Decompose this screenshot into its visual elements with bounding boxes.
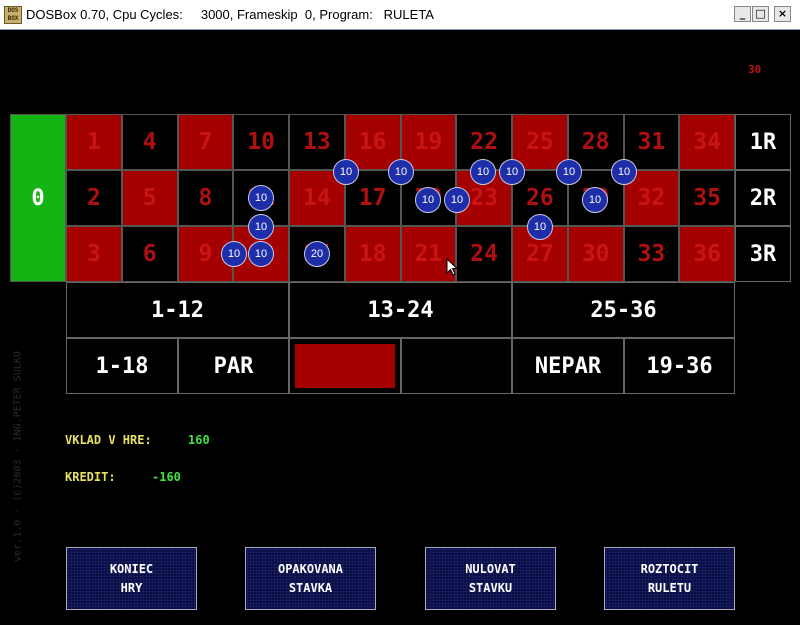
stake-value: 160 (188, 433, 210, 447)
chip[interactable]: 10 (221, 241, 247, 267)
chip[interactable]: 10 (582, 187, 608, 213)
minimize-button[interactable]: _ (734, 6, 751, 22)
number-cell-36[interactable]: 36 (679, 226, 735, 282)
roulette-game-area[interactable]: 30 0 14710131619222528313425811141720232… (0, 30, 800, 625)
number-cell-18[interactable]: 18 (344, 226, 401, 282)
window-titlebar[interactable]: DOS BOX DOSBox 0.70, Cpu Cycles: 3000, F… (0, 0, 800, 30)
button-line1: NULOVAT (465, 561, 516, 576)
row-bet-1r[interactable]: 1R (735, 114, 791, 170)
number-cell-2[interactable]: 2 (66, 170, 122, 226)
bet-black[interactable] (401, 338, 512, 394)
dozen-bet-1[interactable]: 1-12 (66, 282, 289, 338)
close-button[interactable]: × (774, 6, 791, 22)
chip[interactable]: 20 (304, 241, 330, 267)
row-bet-2r[interactable]: 2R (735, 170, 791, 226)
number-cell-6[interactable]: 6 (121, 226, 178, 282)
button-line2: RULETU (647, 580, 692, 595)
stake-label: VKLAD V HRE: (65, 433, 152, 447)
bet-nepar[interactable]: NEPAR (512, 338, 624, 394)
chip[interactable]: 10 (415, 187, 441, 213)
number-cell-4[interactable]: 4 (121, 114, 178, 170)
number-cell-10[interactable]: 10 (233, 114, 289, 170)
window-title: DOSBox 0.70, Cpu Cycles: 3000, Frameskip… (26, 7, 434, 22)
spin-roulette-button[interactable]: ROZTOCIT RULETU (604, 547, 735, 610)
credit-value: -160 (152, 470, 181, 484)
credit-label: KREDIT: (65, 470, 116, 484)
chip[interactable]: 10 (556, 159, 582, 185)
chip[interactable]: 10 (248, 241, 274, 267)
button-line1: ROZTOCIT (640, 561, 699, 576)
version-credit: ver.1.0 - (C)2003 - ING.PETER SULKO (12, 351, 24, 562)
number-cell-30[interactable]: 30 (567, 226, 624, 282)
chip[interactable]: 10 (527, 214, 553, 240)
number-cell-7[interactable]: 7 (177, 114, 234, 170)
number-cell-24[interactable]: 24 (456, 226, 512, 282)
dosbox-app-icon: DOS BOX (4, 6, 22, 24)
button-line1: OPAKOVANA (277, 561, 344, 576)
button-line2: HRY (120, 580, 143, 595)
dozen-bet-3[interactable]: 25-36 (512, 282, 735, 338)
repeat-bet-button[interactable]: OPAKOVANA STAVKA (245, 547, 376, 610)
number-cell-1[interactable]: 1 (66, 114, 122, 170)
number-cell-33[interactable]: 33 (623, 226, 680, 282)
bet-red[interactable] (289, 338, 401, 394)
reset-bet-button[interactable]: NULOVAT STAVKU (425, 547, 556, 610)
button-line2: STAVKU (468, 580, 513, 595)
number-cell-35[interactable]: 35 (679, 170, 735, 226)
chip[interactable]: 10 (470, 159, 496, 185)
bet-1-18[interactable]: 1-18 (66, 338, 178, 394)
number-cell-3[interactable]: 3 (66, 226, 122, 282)
zero-cell[interactable]: 0 (10, 114, 66, 282)
button-line2: STAVKA (288, 580, 333, 595)
chip[interactable]: 10 (444, 187, 470, 213)
number-cell-34[interactable]: 34 (679, 114, 735, 170)
chip[interactable]: 10 (388, 159, 414, 185)
chip[interactable]: 10 (248, 185, 274, 211)
dozen-bet-2[interactable]: 13-24 (289, 282, 512, 338)
mouse-cursor-icon (446, 258, 458, 276)
top-counter: 30 (748, 63, 762, 76)
chip[interactable]: 10 (333, 159, 359, 185)
red-swatch (295, 344, 395, 388)
button-line1: KONIEC (109, 561, 154, 576)
chip[interactable]: 10 (499, 159, 525, 185)
bet-19-36[interactable]: 19-36 (624, 338, 735, 394)
row-bet-3r[interactable]: 3R (735, 226, 791, 282)
bet-par[interactable]: PAR (178, 338, 289, 394)
chip[interactable]: 10 (248, 214, 274, 240)
quit-game-button[interactable]: KONIEC HRY (66, 547, 197, 610)
chip[interactable]: 10 (611, 159, 637, 185)
number-cell-8[interactable]: 8 (177, 170, 234, 226)
number-cell-5[interactable]: 5 (121, 170, 178, 226)
maximize-button[interactable]: □ (752, 6, 769, 22)
